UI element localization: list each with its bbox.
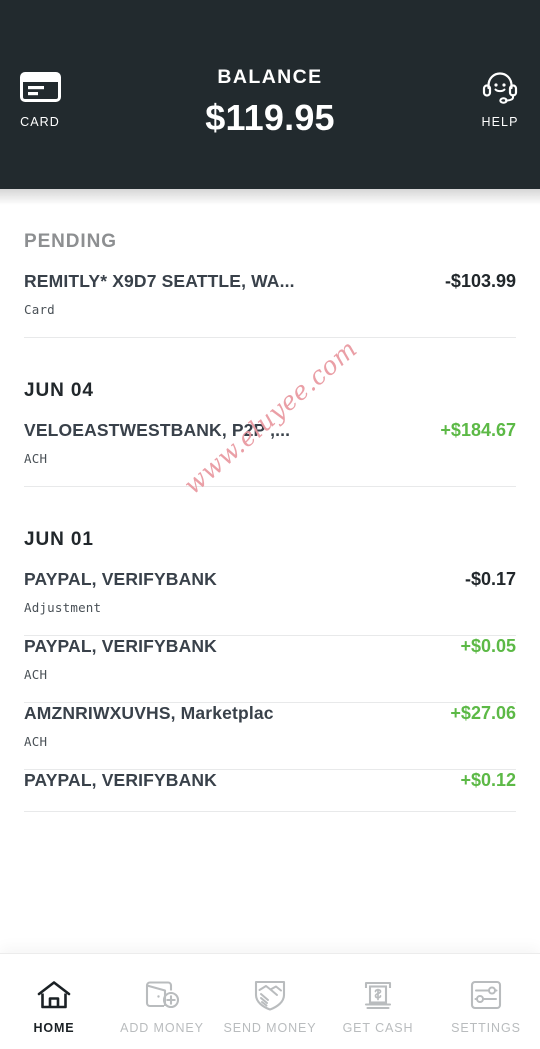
- nav-item-add-money[interactable]: ADD MONEY: [108, 954, 216, 1049]
- transaction-amount: +$0.05: [460, 636, 516, 656]
- nav-item-send-money[interactable]: SEND MONEY: [216, 954, 324, 1049]
- transaction-method: ACH: [24, 451, 48, 466]
- transaction-row[interactable]: REMITLY* X9D7 SEATTLE, WA... -$103.99 Card: [0, 271, 540, 317]
- section-title: JUN 04: [24, 380, 94, 401]
- row-divider: [24, 337, 516, 338]
- handshake-icon: [253, 975, 287, 1015]
- wallet-plus-icon: [143, 975, 181, 1015]
- balance-header: CARD BALANCE $119.95 HELP: [0, 0, 540, 189]
- nav-item-label: HOME: [33, 1020, 75, 1035]
- mobile-banking-screen: CARD BALANCE $119.95 HELP PENDING REMITL…: [0, 0, 540, 1049]
- nav-item-label: SEND MONEY: [223, 1020, 317, 1035]
- transaction-merchant: VELOEASTWESTBANK, P2P ,...: [24, 420, 291, 440]
- transaction-row-header: PAYPAL, VERIFYBANK -$0.17: [24, 569, 516, 590]
- transaction-row[interactable]: PAYPAL, VERIFYBANK -$0.17 Adjustment: [0, 569, 540, 615]
- nav-item-home[interactable]: HOME: [0, 954, 108, 1049]
- transaction-method: Card: [24, 302, 55, 317]
- transaction-amount: +$27.06: [450, 703, 516, 723]
- home-icon: [37, 975, 71, 1015]
- nav-item-get-cash[interactable]: GET CASH: [324, 954, 432, 1049]
- transaction-merchant: REMITLY* X9D7 SEATTLE, WA...: [24, 271, 295, 291]
- atm-cash-icon: [361, 975, 395, 1015]
- transaction-row-header: REMITLY* X9D7 SEATTLE, WA... -$103.99: [24, 271, 516, 292]
- transaction-merchant: AMZNRIWXUVHS, Marketplac: [24, 703, 274, 723]
- bottom-navigation-bar: HOME ADD MONEY SEND MONEY GET CASH SETTINGS: [0, 954, 540, 1049]
- section-title: PENDING: [24, 231, 117, 252]
- transaction-list[interactable]: PENDING REMITLY* X9D7 SEATTLE, WA... -$103…: [0, 189, 540, 954]
- row-divider: [24, 811, 516, 812]
- transaction-merchant: PAYPAL, VERIFYBANK: [24, 636, 217, 656]
- transaction-row[interactable]: VELOEASTWESTBANK, P2P ,... +$184.67 ACH: [0, 420, 540, 466]
- transaction-row-header: VELOEASTWESTBANK, P2P ,... +$184.67: [24, 420, 516, 441]
- row-divider: [24, 486, 516, 487]
- transaction-row[interactable]: PAYPAL, VERIFYBANK +$0.05 ACH: [0, 636, 540, 682]
- transaction-row[interactable]: AMZNRIWXUVHS, Marketplac +$27.06 ACH: [0, 703, 540, 749]
- transaction-method: ACH: [24, 734, 48, 749]
- transaction-row-header: AMZNRIWXUVHS, Marketplac +$27.06: [24, 703, 516, 724]
- headset-support-icon: [445, 68, 540, 106]
- nav-item-label: SETTINGS: [451, 1020, 521, 1035]
- nav-item-settings[interactable]: SETTINGS: [432, 954, 540, 1049]
- nav-item-label: GET CASH: [342, 1020, 414, 1035]
- sliders-icon: [470, 975, 502, 1015]
- transaction-method: ACH: [24, 667, 48, 682]
- transaction-amount: +$184.67: [440, 420, 516, 440]
- section-title: JUN 01: [24, 529, 94, 550]
- transaction-merchant: PAYPAL, VERIFYBANK: [24, 770, 217, 790]
- help-button[interactable]: HELP: [445, 68, 540, 129]
- transaction-row-header: PAYPAL, VERIFYBANK +$0.05: [24, 636, 516, 657]
- nav-item-label: ADD MONEY: [120, 1020, 204, 1035]
- transaction-row-header: PAYPAL, VERIFYBANK +$0.12: [24, 770, 516, 791]
- transaction-amount: -$103.99: [444, 271, 516, 291]
- transaction-row[interactable]: PAYPAL, VERIFYBANK +$0.12: [0, 770, 540, 791]
- transaction-method: Adjustment: [24, 600, 102, 615]
- transaction-merchant: PAYPAL, VERIFYBANK: [24, 569, 217, 589]
- transaction-amount: -$0.17: [464, 569, 516, 589]
- transaction-amount: +$0.12: [460, 770, 516, 790]
- help-button-label: HELP: [481, 115, 519, 129]
